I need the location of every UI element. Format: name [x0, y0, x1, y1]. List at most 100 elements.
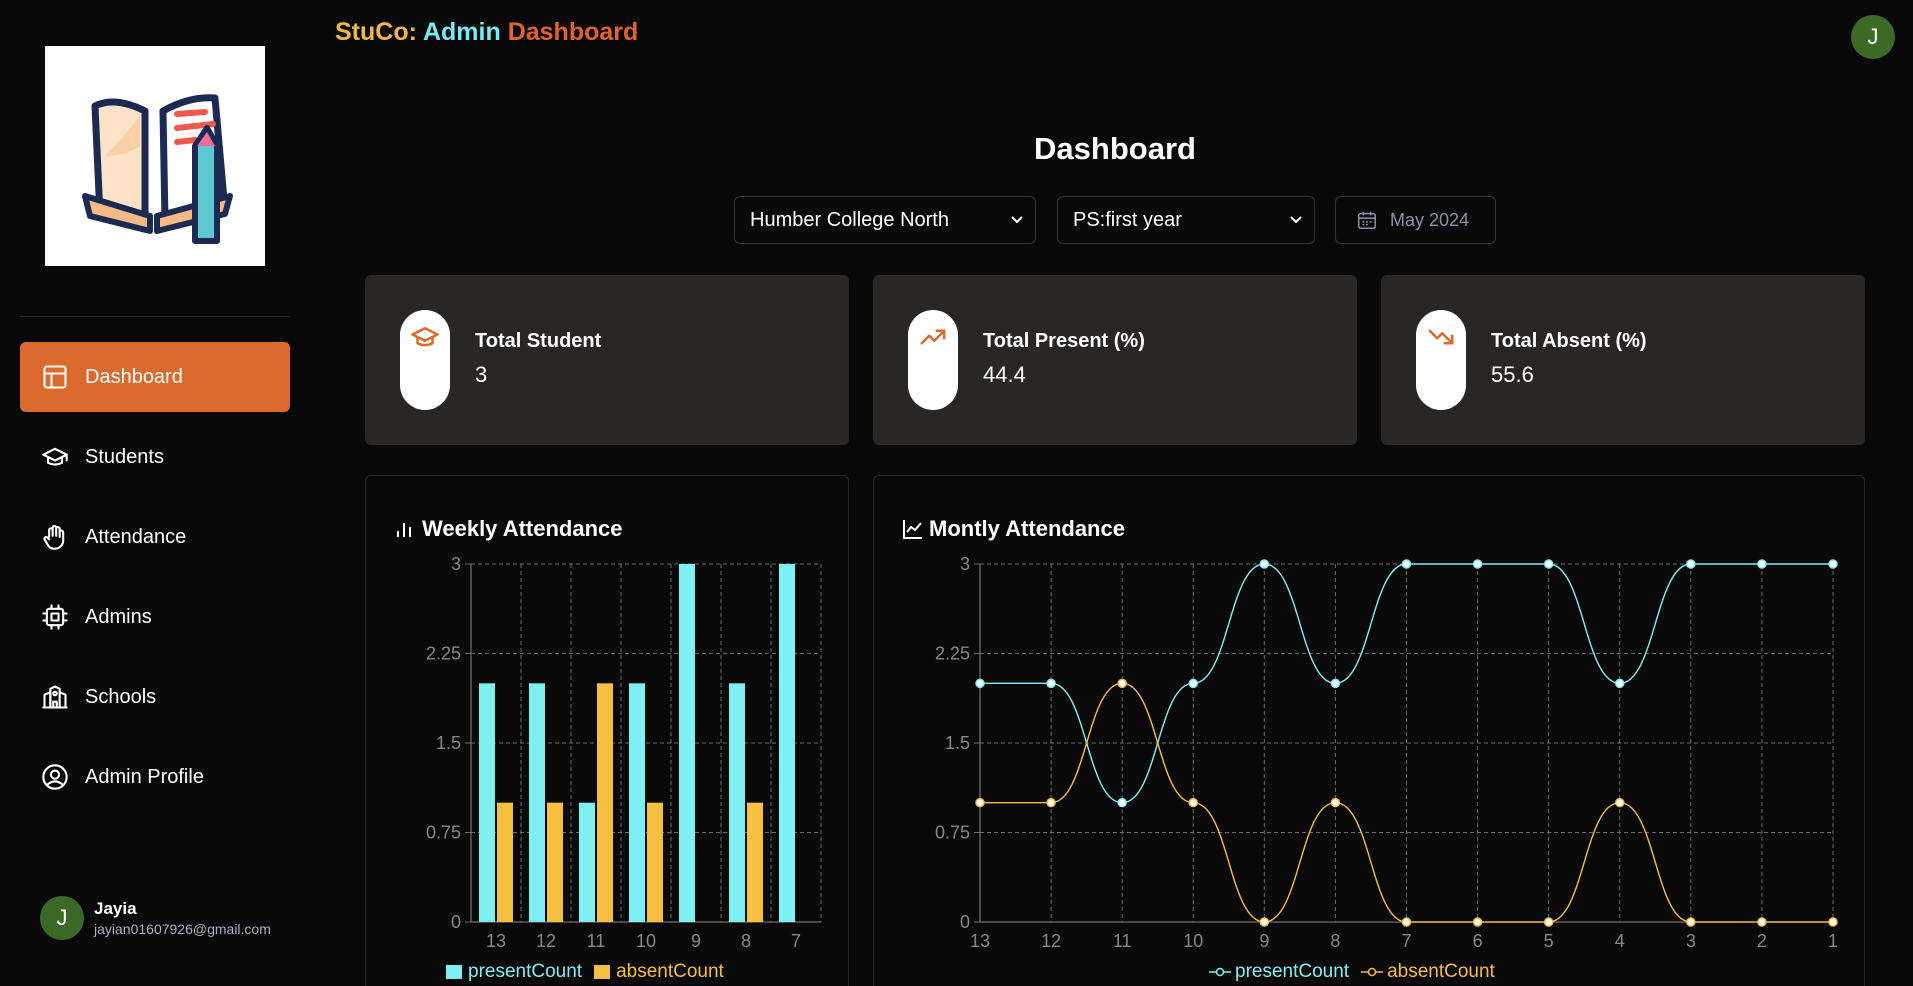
- user-name: Jayia: [94, 899, 137, 918]
- legend-marker: [1361, 967, 1384, 977]
- stat-icon-pill: [908, 310, 958, 410]
- point-presentCount: [1472, 559, 1483, 569]
- point-absentCount: [1757, 917, 1767, 927]
- stat-value: 3: [475, 362, 488, 387]
- bar-presentCount: [479, 683, 495, 922]
- point-presentCount: [1757, 559, 1767, 569]
- sidebar-item-schools[interactable]: Schools: [20, 662, 290, 732]
- bar-absentCount: [547, 802, 563, 922]
- x-tick-label: 10: [636, 931, 656, 951]
- layout-icon: [40, 362, 70, 392]
- avatar: J: [40, 896, 84, 940]
- hand-icon: [40, 522, 70, 552]
- chevron-down-icon: [1290, 216, 1302, 224]
- legend-item-present[interactable]: presentCount: [446, 961, 582, 983]
- x-tick-label: 3: [1686, 931, 1696, 951]
- x-tick-label: 9: [1259, 931, 1269, 951]
- y-tick-label: 0.75: [426, 823, 461, 843]
- brand-part-3: Dashboard: [507, 18, 639, 46]
- weekly-chart: 0 0.75 1.5 2.25 3 13 12 11 10 9 8 7: [426, 554, 822, 951]
- sidebar-item-admin-profile[interactable]: Admin Profile: [20, 742, 290, 812]
- legend-label: absentCount: [1387, 961, 1495, 982]
- bar-presentCount: [629, 683, 645, 922]
- graduation-cap-icon: [40, 442, 70, 472]
- stat-card-total-absent: Total Absent (%) 55.6: [1381, 275, 1865, 445]
- app-root: Dashboard Students Attendance Admins Sch…: [0, 0, 1913, 986]
- stat-label: Total Absent (%): [1491, 330, 1647, 352]
- legend-item-absent[interactable]: absentCount: [1361, 961, 1495, 983]
- header-avatar[interactable]: J: [1851, 15, 1895, 59]
- legend-item-absent[interactable]: absentCount: [594, 961, 724, 983]
- weekly-attendance-card: Weekly Attendance 0 0.75 1.5 2.25 3 13 12 11 10 9…: [365, 475, 849, 986]
- graduation-cap-icon: [411, 327, 439, 347]
- y-tick-label: 1.5: [436, 733, 461, 753]
- point-absentCount: [1686, 917, 1696, 927]
- point-presentCount: [1259, 559, 1270, 569]
- point-absentCount: [1543, 917, 1554, 927]
- x-tick-label: 8: [741, 931, 751, 951]
- user-circle-icon: [40, 762, 70, 792]
- sidebar-item-students[interactable]: Students: [20, 422, 290, 492]
- sidebar-item-admins[interactable]: Admins: [20, 582, 290, 652]
- x-tick-label: 1: [1828, 931, 1838, 951]
- sidebar-item-label: Schools: [85, 685, 157, 708]
- sidebar-divider: [20, 316, 290, 317]
- y-tick-label: 2.25: [935, 644, 970, 664]
- monthly-legend: presentCount absentCount: [1209, 961, 1507, 983]
- x-tick-label: 7: [791, 931, 801, 951]
- sidebar-item-label: Admin Profile: [85, 765, 204, 788]
- point-presentCount: [975, 678, 985, 689]
- stat-label: Total Student: [475, 330, 602, 352]
- program-select-value: PS:first year: [1073, 208, 1182, 231]
- x-tick-label: 13: [486, 931, 506, 951]
- legend-label: absentCount: [616, 961, 724, 982]
- sidebar-item-label: Admins: [85, 605, 152, 628]
- bar-presentCount: [779, 564, 795, 922]
- x-tick-label: 8: [1330, 931, 1340, 951]
- stat-card-total-present: Total Present (%) 44.4: [873, 275, 1357, 445]
- monthly-chart: 0 0.75 1.5 2.25 3 13 12 11 10 9 8 7 6 5 4 3 2 1: [935, 554, 1838, 951]
- point-absentCount: [1188, 797, 1198, 808]
- legend-swatch: [446, 965, 462, 979]
- school-icon: [40, 682, 70, 712]
- y-tick-label: 0: [451, 912, 461, 932]
- month-picker[interactable]: May 2024: [1335, 196, 1496, 244]
- point-presentCount: [1828, 559, 1838, 569]
- cpu-icon: [40, 602, 70, 632]
- bar-absentCount: [597, 683, 613, 922]
- point-presentCount: [1401, 559, 1412, 569]
- bar-absentCount: [647, 802, 663, 922]
- chevron-down-icon: [1011, 216, 1023, 224]
- x-tick-label: 4: [1615, 931, 1625, 951]
- trending-down-icon: [1428, 329, 1454, 345]
- x-tick-label: 11: [587, 931, 606, 951]
- x-tick-label: 13: [970, 931, 990, 951]
- sidebar-item-attendance[interactable]: Attendance: [20, 502, 290, 572]
- point-presentCount: [1330, 678, 1341, 689]
- brand-part-2: Admin: [422, 18, 501, 46]
- school-select[interactable]: Humber College North: [734, 196, 1036, 244]
- bar-absentCount: [747, 802, 763, 922]
- point-presentCount: [1117, 797, 1127, 808]
- trending-up-icon: [920, 329, 946, 345]
- legend-swatch: [594, 965, 611, 979]
- point-presentCount: [1686, 559, 1696, 569]
- sidebar-item-label: Students: [85, 445, 164, 468]
- sidebar-nav: Dashboard Students Attendance Admins Sch…: [20, 342, 290, 822]
- sidebar-user[interactable]: J Jayia jayian01607926@gmail.com: [40, 896, 271, 940]
- bar-presentCount: [529, 683, 545, 922]
- point-absentCount: [1259, 917, 1270, 927]
- x-tick-label: 11: [1113, 931, 1132, 951]
- bar-absentCount: [497, 802, 513, 922]
- legend-label: presentCount: [1235, 961, 1350, 982]
- y-tick-label: 0.75: [935, 823, 970, 843]
- bar-presentCount: [729, 683, 745, 922]
- sidebar-item-dashboard[interactable]: Dashboard: [20, 342, 290, 412]
- point-absentCount: [1828, 917, 1838, 927]
- program-select[interactable]: PS:first year: [1057, 196, 1315, 244]
- brand-part-1: StuCo:: [335, 18, 417, 46]
- legend-item-present[interactable]: presentCount: [1209, 961, 1349, 983]
- user-info: Jayia jayian01607926@gmail.com: [94, 899, 271, 937]
- point-absentCount: [1472, 917, 1483, 927]
- point-absentCount: [1046, 797, 1056, 808]
